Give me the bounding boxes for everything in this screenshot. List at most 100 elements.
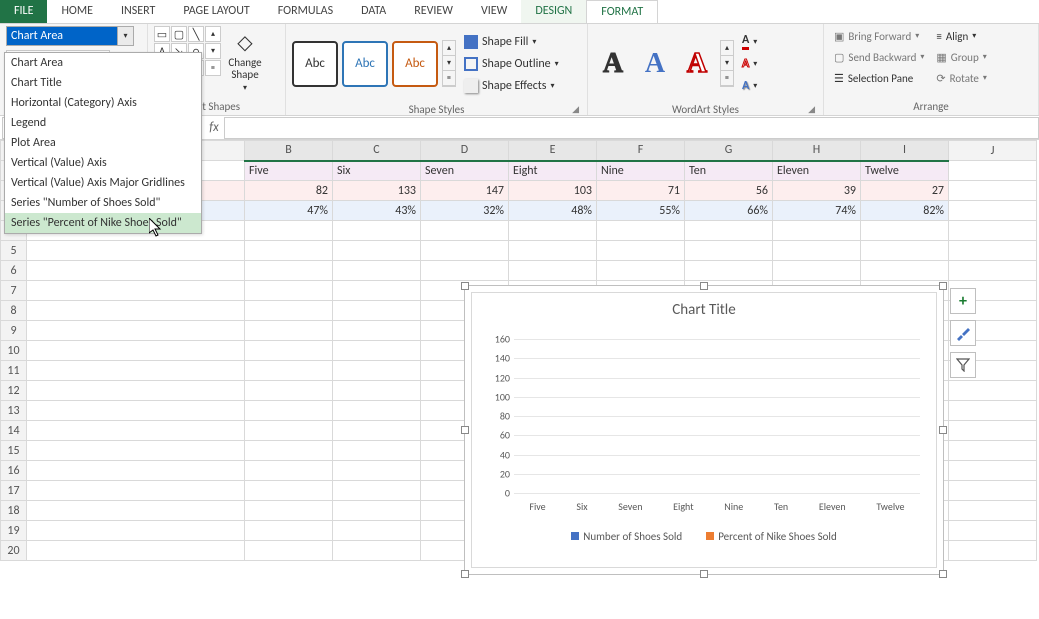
cell[interactable]: [27, 481, 245, 501]
cell[interactable]: [245, 401, 333, 421]
text-outline-button[interactable]: A▾: [738, 54, 761, 74]
cell[interactable]: [861, 221, 949, 241]
cell[interactable]: [27, 281, 245, 301]
cell[interactable]: 74%: [773, 201, 861, 221]
cell[interactable]: Eight: [509, 161, 597, 181]
row-header[interactable]: 15: [1, 441, 27, 461]
selection-pane-button[interactable]: ☰Selection Pane: [830, 68, 928, 88]
cell[interactable]: [333, 521, 421, 541]
cell[interactable]: Seven: [421, 161, 509, 181]
rotate-button[interactable]: ⟳Rotate▾: [932, 68, 991, 88]
row-header[interactable]: 10: [1, 341, 27, 361]
cell[interactable]: Six: [333, 161, 421, 181]
col-header-b[interactable]: B: [245, 141, 333, 161]
col-header-c[interactable]: C: [333, 141, 421, 161]
cell[interactable]: [333, 461, 421, 481]
wordart-preset-2[interactable]: A: [636, 45, 674, 83]
chart-element-option[interactable]: Series "Percent of Nike Shoes Sold": [5, 213, 201, 233]
chart-element-selector[interactable]: Chart Area ▾: [6, 26, 134, 46]
cell[interactable]: [421, 221, 509, 241]
row-header[interactable]: 19: [1, 521, 27, 541]
cell[interactable]: [27, 541, 245, 561]
cell[interactable]: [333, 321, 421, 341]
cell[interactable]: Nine: [597, 161, 685, 181]
cell[interactable]: [773, 261, 861, 281]
cell[interactable]: 55%: [597, 201, 685, 221]
cell[interactable]: 103: [509, 181, 597, 201]
shape-style-preset-1[interactable]: Abc: [292, 41, 338, 87]
cell[interactable]: [949, 241, 1037, 261]
chart-title[interactable]: Chart Title: [472, 293, 936, 323]
cell[interactable]: [685, 241, 773, 261]
chart-resize-handle[interactable]: [700, 282, 708, 290]
cell[interactable]: [245, 241, 333, 261]
cell[interactable]: [949, 381, 1037, 401]
cell[interactable]: [245, 421, 333, 441]
chart-element-option[interactable]: Series "Number of Shoes Sold": [5, 193, 201, 213]
cell[interactable]: [949, 221, 1037, 241]
cell[interactable]: 27: [861, 181, 949, 201]
cell[interactable]: [27, 441, 245, 461]
chart-resize-handle[interactable]: [461, 570, 469, 578]
cell[interactable]: [949, 441, 1037, 461]
chart-element-option[interactable]: Legend: [5, 113, 201, 133]
col-header-f[interactable]: F: [597, 141, 685, 161]
shape-style-more[interactable]: ▴▾≡: [442, 40, 456, 87]
tab-insert[interactable]: INSERT: [107, 0, 169, 23]
cell[interactable]: [773, 241, 861, 261]
shape-style-preset-3[interactable]: Abc: [392, 41, 438, 87]
shape-styles-launcher[interactable]: ◢: [292, 104, 579, 115]
shape-rect-icon[interactable]: ▭: [154, 26, 170, 42]
cell[interactable]: [245, 481, 333, 501]
cell[interactable]: [333, 421, 421, 441]
wordart-more[interactable]: ▴▾≡: [720, 40, 734, 87]
chart-legend[interactable]: Number of Shoes Sold Percent of Nike Sho…: [472, 530, 936, 543]
row-header[interactable]: 9: [1, 321, 27, 341]
group-button[interactable]: ▦Group▾: [932, 47, 991, 67]
shape-effects-button[interactable]: Shape Effects▾: [460, 76, 563, 96]
cell[interactable]: 32%: [421, 201, 509, 221]
cell[interactable]: [949, 421, 1037, 441]
chart-element-option[interactable]: Plot Area: [5, 133, 201, 153]
cell[interactable]: [333, 241, 421, 261]
send-backward-button[interactable]: ▢Send Backward▾: [830, 47, 928, 67]
chart-resize-handle[interactable]: [939, 282, 947, 290]
chart-resize-handle[interactable]: [939, 570, 947, 578]
cell[interactable]: [949, 401, 1037, 421]
cell[interactable]: 133: [333, 181, 421, 201]
cell[interactable]: [27, 381, 245, 401]
cell[interactable]: 48%: [509, 201, 597, 221]
cell[interactable]: [27, 261, 245, 281]
cell[interactable]: 39: [773, 181, 861, 201]
chart-plot-area[interactable]: 020406080100120140160: [514, 339, 920, 493]
cell[interactable]: [861, 241, 949, 261]
chart-elements-button[interactable]: +: [950, 288, 976, 314]
chart-element-option[interactable]: Chart Area: [5, 53, 201, 73]
cell[interactable]: [245, 501, 333, 521]
legend-item-1[interactable]: Number of Shoes Sold: [571, 530, 682, 543]
cell[interactable]: Five: [245, 161, 333, 181]
cell[interactable]: [949, 501, 1037, 521]
cell[interactable]: [245, 521, 333, 541]
shape-gallery-more-1[interactable]: ▴: [205, 26, 221, 42]
change-shape-button[interactable]: ◇ Change Shape ▾: [225, 26, 265, 93]
tab-file[interactable]: FILE: [0, 0, 47, 23]
cell[interactable]: 56: [685, 181, 773, 201]
row-header[interactable]: 20: [1, 541, 27, 561]
cell[interactable]: [245, 221, 333, 241]
tab-formulas[interactable]: FORMULAS: [264, 0, 347, 23]
chart-filter-button[interactable]: [950, 352, 976, 378]
shape-line-icon[interactable]: ╲: [188, 26, 204, 42]
cell[interactable]: [333, 301, 421, 321]
cell[interactable]: [509, 261, 597, 281]
cell[interactable]: [861, 261, 949, 281]
col-header-e[interactable]: E: [509, 141, 597, 161]
chart-element-option[interactable]: Vertical (Value) Axis: [5, 153, 201, 173]
chart-resize-handle[interactable]: [461, 426, 469, 434]
col-header-g[interactable]: G: [685, 141, 773, 161]
formula-input[interactable]: [224, 117, 1039, 139]
tab-page-layout[interactable]: PAGE LAYOUT: [169, 0, 263, 23]
cell[interactable]: [27, 321, 245, 341]
cell[interactable]: [245, 441, 333, 461]
cell[interactable]: 71: [597, 181, 685, 201]
